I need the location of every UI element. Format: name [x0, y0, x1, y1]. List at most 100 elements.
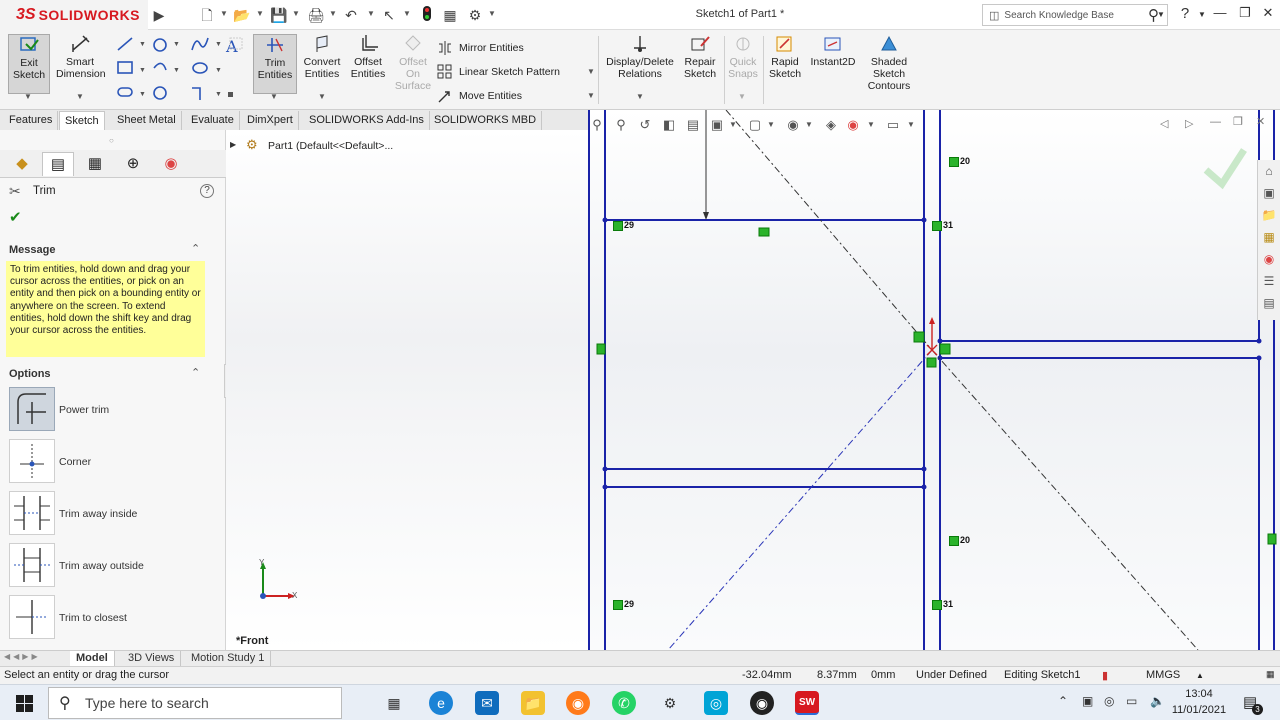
feature-manager-icon[interactable]: ◆ — [6, 152, 38, 176]
rebuild-icon[interactable] — [418, 6, 436, 24]
instant2d-button[interactable]: Instant2D — [808, 34, 858, 68]
print-caret-icon[interactable]: ▼ — [329, 9, 337, 18]
relation-tag-31-top[interactable]: 31 — [932, 220, 953, 231]
tab-model[interactable]: Model — [70, 651, 115, 666]
whatsapp-icon[interactable]: ✆ — [612, 691, 636, 715]
panel-grip-icon[interactable]: ○ — [109, 136, 114, 145]
relation-tag-29-top[interactable]: 29 — [613, 220, 634, 231]
display-style-caret-icon[interactable]: ▼ — [762, 116, 780, 134]
customize-statusbar-icon[interactable]: ▦ — [1266, 669, 1275, 680]
mail-icon[interactable]: ✉ — [475, 691, 499, 715]
clock-time[interactable]: 13:04 — [1173, 688, 1225, 700]
home-icon[interactable]: ⌂ — [1258, 160, 1280, 182]
quick-snaps-caret-icon[interactable]: ▼ — [738, 92, 746, 101]
exit-sketch-caret-icon[interactable]: ▼ — [24, 92, 32, 101]
view-orientation-caret-icon[interactable]: ▼ — [724, 116, 742, 134]
select-pointer-icon[interactable]: ↖ — [380, 6, 398, 24]
graphics-area[interactable]: 20 29 31 20 29 31 ◁ ▷ — ❐ ✕ ⌂ ▣ 📁 ▦ ◉ ☰ … — [588, 110, 1280, 650]
linear-pattern-caret-icon[interactable]: ▼ — [587, 67, 595, 76]
convert-entities-button[interactable]: Convert Entities — [300, 34, 344, 80]
rapid-sketch-button[interactable]: Rapid Sketch — [767, 34, 803, 80]
shaded-sketch-contours-button[interactable]: Shaded Sketch Contours — [862, 34, 916, 92]
zoom-to-fit-icon[interactable]: ⚲ — [588, 116, 606, 134]
view-settings-caret-icon[interactable]: ▼ — [902, 116, 920, 134]
view-settings-icon[interactable]: ▭ — [884, 116, 902, 134]
print-icon[interactable]: 🖨 — [307, 6, 325, 24]
select-caret-icon[interactable]: ▼ — [403, 9, 411, 18]
design-library-icon[interactable]: 📁 — [1258, 204, 1280, 226]
trim-away-outside-option[interactable] — [9, 543, 55, 587]
restore-window-icon[interactable]: ❐ — [1236, 5, 1254, 21]
linear-sketch-pattern-button[interactable]: Linear Sketch Pattern — [437, 64, 560, 80]
mirror-entities-button[interactable]: Mirror Entities — [437, 40, 524, 56]
save-icon[interactable]: 💾 — [270, 6, 288, 24]
convert-caret-icon[interactable]: ▼ — [318, 92, 326, 101]
property-manager-icon[interactable]: ▤ — [42, 152, 74, 176]
edit-appearance-icon[interactable]: ◈ — [822, 116, 840, 134]
move-entities-button[interactable]: Move Entities — [437, 88, 522, 104]
smart-dimension-button[interactable]: Smart Dimension — [56, 34, 106, 80]
dynamic-annotation-icon[interactable]: ▤ — [684, 116, 702, 134]
sketch-canvas[interactable] — [588, 110, 1280, 650]
viewport-minimize-icon[interactable]: — — [1210, 116, 1221, 128]
search-scope-icon[interactable]: ◫ — [989, 9, 999, 22]
battery-icon[interactable]: ▭ — [1126, 694, 1137, 708]
tab-sketch[interactable]: Sketch — [59, 111, 105, 130]
file-properties-icon[interactable]: ▦ — [441, 6, 459, 24]
solidworks-taskbar-icon[interactable]: SW — [795, 691, 819, 715]
flyout-arrow-icon[interactable]: ▶ — [150, 6, 168, 24]
volume-icon[interactable]: 🔈 — [1150, 694, 1165, 708]
tab-scroll-arrows-icon[interactable]: ◀◀▶▶ — [4, 652, 41, 661]
trim-entities-button[interactable]: Trim Entities — [253, 34, 297, 94]
graphics-area-left[interactable]: ▶ ⚙ Part1 (Default<<Default>... Y X *Fro… — [226, 130, 588, 650]
help-caret-icon[interactable]: ▼ — [1193, 10, 1211, 19]
tab-sheet-metal[interactable]: Sheet Metal — [112, 111, 182, 130]
trim-to-closest-option[interactable] — [9, 595, 55, 639]
new-document-icon[interactable]: 🗋 — [198, 6, 216, 24]
tab-features[interactable]: Features — [4, 111, 59, 130]
file-explorer-icon[interactable]: ▦ — [1258, 226, 1280, 248]
configuration-manager-icon[interactable]: ▦ — [79, 152, 111, 176]
undo-icon[interactable]: ↶ — [342, 6, 360, 24]
tray-overflow-icon[interactable]: ⌃ — [1058, 694, 1068, 708]
message-collapse-icon[interactable]: ⌃ — [191, 242, 200, 255]
options-caret-icon[interactable]: ▼ — [488, 9, 496, 18]
windows-start-icon[interactable] — [16, 695, 33, 712]
open-folder-icon[interactable]: 📂 — [233, 6, 251, 24]
edge-browser-icon[interactable]: e — [429, 691, 453, 715]
corner-option[interactable] — [9, 439, 55, 483]
relation-tag-20-top[interactable]: 20 — [949, 156, 970, 167]
units-selector[interactable]: MMGS — [1146, 669, 1180, 681]
trim-away-inside-option[interactable] — [9, 491, 55, 535]
dimxpert-manager-icon[interactable]: ⊕ — [117, 152, 149, 176]
smart-dimension-caret-icon[interactable]: ▼ — [76, 92, 84, 101]
view-forward-icon[interactable]: ▷ — [1185, 117, 1193, 130]
zoom-to-area-icon[interactable]: ⚲ — [612, 116, 630, 134]
tab-dimxpert[interactable]: DimXpert — [242, 111, 299, 130]
view-back-icon[interactable]: ◁ — [1160, 117, 1168, 130]
rebuild-status-icon[interactable]: ▮ — [1102, 669, 1108, 682]
repair-sketch-button[interactable]: Repair Sketch — [680, 34, 720, 80]
tab-evaluate[interactable]: Evaluate — [186, 111, 240, 130]
relation-tag-20-bottom[interactable]: 20 — [949, 535, 970, 546]
firefox-icon[interactable]: ◉ — [566, 691, 590, 715]
ok-checkmark-icon[interactable]: ✔ — [9, 208, 22, 226]
tab-motion-study[interactable]: Motion Study 1 — [185, 651, 272, 666]
previous-view-icon[interactable]: ↺ — [636, 116, 654, 134]
clock-date[interactable]: 11/01/2021 — [1170, 704, 1228, 716]
viewport-restore-icon[interactable]: ❐ — [1233, 115, 1243, 128]
hide-show-caret-icon[interactable]: ▼ — [800, 116, 818, 134]
display-manager-icon[interactable]: ◉ — [155, 152, 187, 176]
forum-icon[interactable]: ▤ — [1258, 292, 1280, 314]
tray-camera-icon[interactable]: ▣ — [1082, 694, 1093, 708]
knowledge-base-search[interactable]: ◫ Search Knowledge Base ⚲ — [982, 4, 1168, 26]
close-window-icon[interactable]: ✕ — [1259, 5, 1277, 21]
appearances-icon[interactable]: ◉ — [1258, 248, 1280, 270]
power-trim-option[interactable] — [9, 387, 55, 431]
units-caret-icon[interactable]: ▲ — [1196, 671, 1204, 680]
move-caret-icon[interactable]: ▼ — [587, 91, 595, 100]
quick-snaps-button[interactable]: Quick Snaps — [726, 34, 760, 80]
taskbar-search[interactable]: ⚲ Type here to search — [48, 687, 342, 719]
camera-app-icon[interactable]: ◎ — [704, 691, 728, 715]
trim-caret-icon[interactable]: ▼ — [270, 92, 278, 101]
